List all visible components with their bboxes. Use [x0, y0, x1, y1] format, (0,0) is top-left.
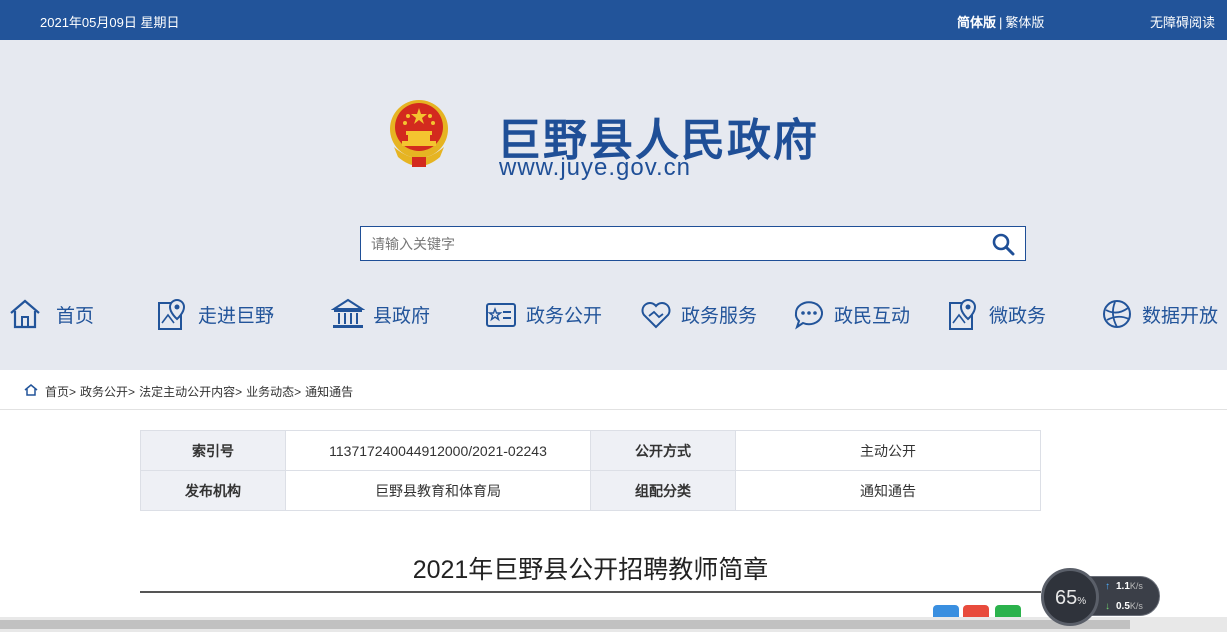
- breadcrumb-trail: 首页> 政务公开> 法定主动公开内容> 业务动态> 通知通告: [45, 383, 353, 400]
- speed-unit: K/s: [1129, 581, 1143, 591]
- usage-percent: 65: [1055, 587, 1078, 609]
- globe-icon: [1103, 300, 1131, 328]
- home-icon: [10, 299, 40, 329]
- search-icon[interactable]: [991, 232, 1015, 256]
- breadcrumb-item-disclosure[interactable]: 政务公开: [80, 385, 128, 399]
- title-divider: [140, 591, 1041, 593]
- map-pin-icon: [158, 298, 186, 330]
- language-switcher: 简体版 | 繁体版: [957, 12, 1044, 31]
- table-key: 发布机构: [140, 470, 286, 511]
- nav-label: 政务公开: [526, 305, 603, 327]
- nav-label: 政务服务: [681, 305, 758, 327]
- usage-percent-unit: %: [1077, 596, 1087, 607]
- current-date: 2021年05月09日 星期日: [40, 15, 180, 30]
- search-box: [360, 226, 1026, 261]
- table-value: 主动公开: [735, 430, 1041, 471]
- home-icon: [24, 384, 38, 396]
- download-speed-value: 0.5: [1116, 601, 1130, 612]
- breadcrumb-separator: >: [128, 385, 136, 399]
- nav-item-government-affairs-disclosure[interactable]: 政务公开: [484, 296, 602, 332]
- download-speed: ↓ 0.5K/s: [1105, 601, 1143, 612]
- table-row: 发布机构 巨野县教育和体育局 组配分类 通知通告: [140, 470, 1041, 511]
- government-building-icon: [331, 298, 365, 328]
- chat-bubble-icon: [794, 301, 823, 330]
- nav-label: 数据开放: [1142, 305, 1219, 327]
- table-row: 索引号 113717240044912000/2021-02243 公开方式 主…: [140, 430, 1041, 471]
- breadcrumb-item-home[interactable]: 首页: [45, 385, 69, 399]
- usage-gauge: 65%: [1041, 568, 1099, 626]
- speed-unit: K/s: [1129, 601, 1143, 611]
- breadcrumb-item-business-news[interactable]: 业务动态: [246, 385, 294, 399]
- nav-item-public-interaction[interactable]: 政民互动: [792, 296, 910, 332]
- breadcrumb-item-statutory-content[interactable]: 法定主动公开内容: [139, 385, 235, 399]
- handshake-heart-icon: [641, 302, 671, 329]
- accessibility-link[interactable]: 无障碍阅读: [1150, 12, 1215, 31]
- nav-label: 走进巨野: [198, 305, 275, 327]
- download-arrow-icon: ↓: [1105, 601, 1110, 612]
- nav-item-home[interactable]: 首页: [8, 296, 94, 332]
- nav-item-micro-government[interactable]: 微政务: [947, 296, 1046, 332]
- national-emblem-icon: [390, 100, 448, 167]
- id-card-icon: [486, 303, 516, 327]
- top-bar: 2021年05月09日 星期日 简体版 | 繁体版 无障碍阅读: [0, 0, 1227, 40]
- network-monitor-widget[interactable]: 65% ↑ 1.1K/s ↓ 0.5K/s: [1041, 568, 1163, 626]
- upload-arrow-icon: ↑: [1105, 581, 1110, 592]
- main-nav: 首页 走进巨野 县政府 政务公开 政务服务 政民互动 微政务 数据开放: [0, 290, 1227, 340]
- nav-label: 政民互动: [834, 305, 911, 327]
- breadcrumb-item-notices[interactable]: 通知通告: [305, 385, 353, 399]
- simplified-chinese-link[interactable]: 简体版: [957, 15, 996, 30]
- nav-label: 微政务: [989, 305, 1047, 327]
- site-url: www.juye.gov.cn: [499, 154, 691, 181]
- table-key: 公开方式: [590, 430, 736, 471]
- nav-item-government-services[interactable]: 政务服务: [639, 296, 757, 332]
- upload-speed: ↑ 1.1K/s: [1105, 581, 1143, 592]
- table-value: 巨野县教育和体育局: [285, 470, 591, 511]
- lang-separator: |: [999, 15, 1003, 30]
- breadcrumb-separator: >: [69, 385, 77, 399]
- nav-item-zoujin-juye[interactable]: 走进巨野: [156, 296, 274, 332]
- table-value: 通知通告: [735, 470, 1041, 511]
- document-info-table: 索引号 113717240044912000/2021-02243 公开方式 主…: [140, 430, 1041, 511]
- table-key: 组配分类: [590, 470, 736, 511]
- upload-speed-value: 1.1: [1116, 581, 1130, 592]
- scrollbar-thumb[interactable]: [0, 620, 1130, 629]
- traditional-chinese-link[interactable]: 繁体版: [1005, 15, 1044, 30]
- breadcrumb-separator: >: [235, 385, 243, 399]
- breadcrumb-separator: >: [294, 385, 302, 399]
- search-input[interactable]: [361, 227, 971, 260]
- table-value: 113717240044912000/2021-02243: [285, 430, 591, 471]
- table-key: 索引号: [140, 430, 286, 471]
- nav-label: 首页: [56, 305, 95, 327]
- article-title: 2021年巨野县公开招聘教师简章: [412, 556, 769, 584]
- nav-item-open-data[interactable]: 数据开放: [1100, 296, 1218, 332]
- nav-label: 县政府: [373, 305, 431, 327]
- map-pin-icon: [949, 298, 977, 330]
- nav-item-county-government[interactable]: 县政府: [331, 296, 430, 332]
- breadcrumb: 首页> 政务公开> 法定主动公开内容> 业务动态> 通知通告: [0, 370, 1227, 410]
